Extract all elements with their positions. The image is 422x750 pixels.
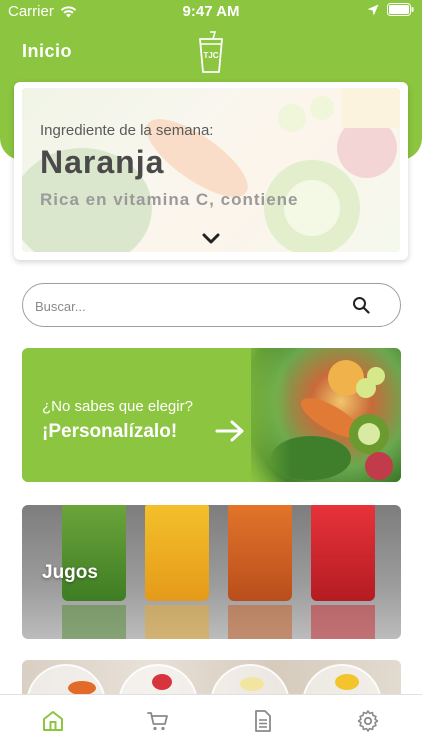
glass-reflection (311, 605, 375, 639)
ingredient-name: Naranja (40, 144, 165, 180)
home-screen: Carrier 9:47 AM Inicio TJC Ingrediente d… (0, 0, 422, 750)
status-time: 9:47 AM (182, 3, 240, 20)
juice-glass-green (62, 505, 126, 601)
tab-bar (0, 694, 422, 750)
juices-category-card[interactable]: Jugos (22, 505, 401, 639)
ingredient-kicker: Ingrediente de la semana: (40, 122, 214, 139)
juice-glass-yellow (145, 505, 209, 601)
arrow-right-icon (215, 420, 244, 442)
document-icon[interactable] (251, 709, 275, 733)
personalize-card[interactable]: ¿No sabes que elegir? ¡Personalízalo! (22, 348, 401, 482)
page-title: Inicio (22, 41, 73, 61)
ingredient-photo: Ingrediente de la semana: Naranja Rica e… (22, 88, 400, 252)
glass-reflection (62, 605, 126, 639)
juices-label: Jugos (42, 562, 98, 583)
status-bar: Carrier 9:47 AM (0, 0, 422, 24)
chevron-down-icon[interactable] (202, 232, 220, 246)
gear-icon[interactable] (356, 709, 380, 733)
logo-text: TJC (203, 51, 218, 60)
juice-glass-orange (228, 505, 292, 601)
glass-reflection (228, 605, 292, 639)
glass-reflection (145, 605, 209, 639)
personalize-question: ¿No sabes que elegir? (42, 398, 193, 415)
juice-glass-red (311, 505, 375, 601)
search-bar[interactable] (22, 283, 401, 327)
location-arrow-icon (367, 4, 379, 15)
home-icon[interactable] (41, 709, 65, 733)
search-input[interactable] (35, 296, 335, 316)
personalize-cta: ¡Personalízalo! (42, 421, 178, 442)
cup-logo-icon: TJC (199, 31, 223, 73)
cart-icon[interactable] (146, 709, 170, 733)
status-indicators (367, 3, 414, 16)
search-icon[interactable] (352, 296, 370, 314)
ingredient-description: Rica en vitamina C, contiene (40, 190, 299, 209)
battery-icon (387, 3, 414, 16)
photo-fade (231, 348, 291, 482)
ingredient-of-week-card[interactable]: Ingrediente de la semana: Naranja Rica e… (14, 82, 408, 260)
